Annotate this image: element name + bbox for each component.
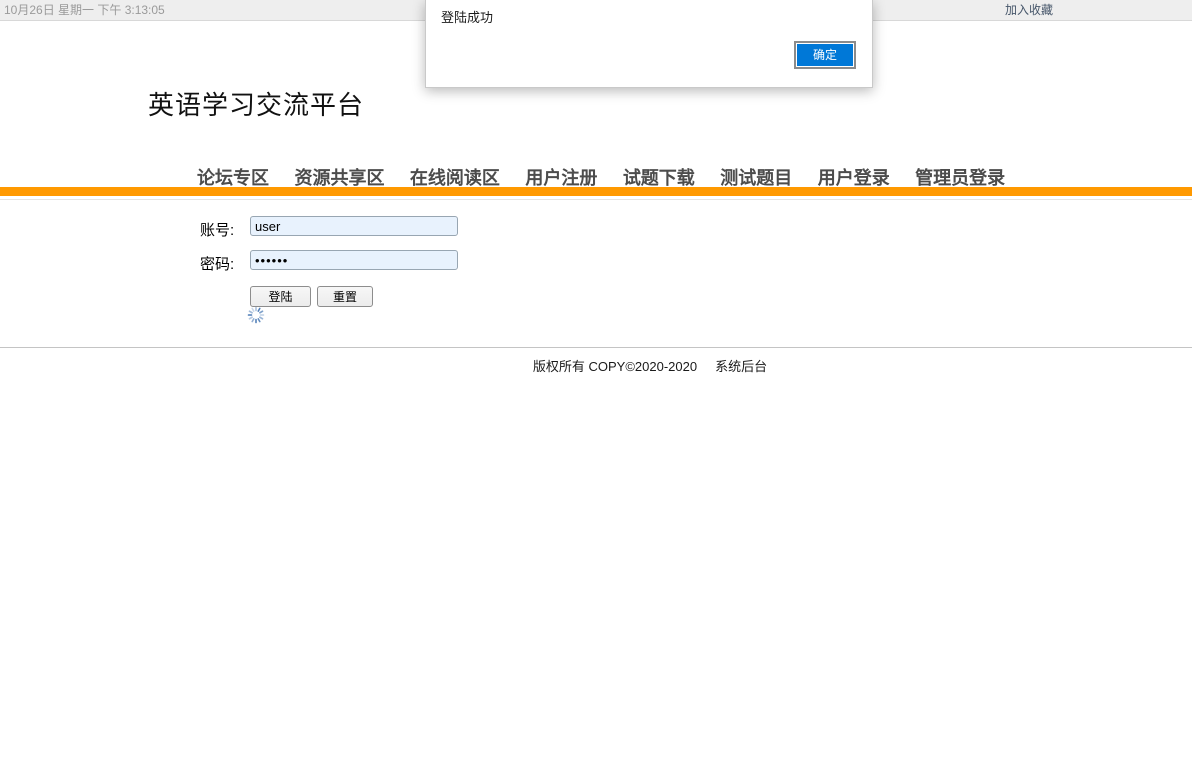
ok-button[interactable]: 确定 bbox=[794, 41, 856, 69]
footer-divider bbox=[0, 347, 1192, 348]
footer: 版权所有 COPY©2020-2020 系统后台 bbox=[0, 356, 1192, 375]
login-button[interactable]: 登陆 bbox=[250, 286, 311, 307]
loading-spinner-icon bbox=[247, 306, 265, 324]
password-label: 密码: bbox=[200, 253, 234, 274]
datetime-text: 10月26日 星期一 下午 3:13:05 bbox=[4, 0, 165, 21]
add-to-favorites-link[interactable]: 加入收藏 bbox=[1005, 0, 1053, 21]
nav-underline bbox=[0, 199, 1192, 200]
copyright-text: 版权所有 COPY©2020-2020 bbox=[533, 359, 697, 374]
page-background: 10月26日 星期一 下午 3:13:05 加入收藏 英语学习交流平台 论坛专区… bbox=[0, 0, 1192, 770]
reset-button[interactable]: 重置 bbox=[317, 286, 373, 307]
system-backend-link[interactable]: 系统后台 bbox=[715, 359, 767, 374]
alert-message: 登陆成功 bbox=[441, 7, 493, 26]
alert-dialog: 登陆成功 确定 bbox=[425, 0, 873, 88]
password-input[interactable] bbox=[250, 250, 458, 270]
account-input[interactable] bbox=[250, 216, 458, 236]
page-title: 英语学习交流平台 bbox=[148, 85, 364, 122]
account-label: 账号: bbox=[200, 219, 234, 240]
accent-divider-bar bbox=[0, 187, 1192, 196]
